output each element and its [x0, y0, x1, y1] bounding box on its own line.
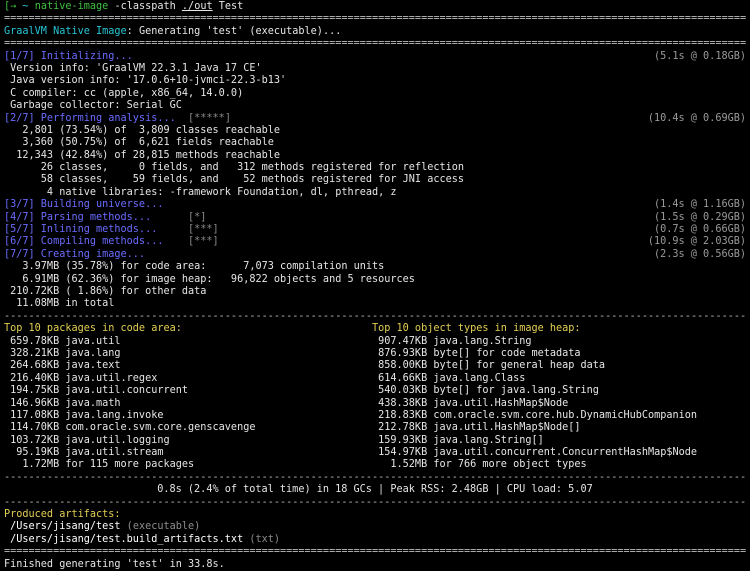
- object-type-row: 1.52MB for 766 more object types: [372, 459, 587, 471]
- step-label: [3/7] Building universe...: [4, 199, 164, 211]
- artifact-kind: (txt): [243, 533, 281, 545]
- artifact-kind: (executable): [120, 521, 201, 533]
- step-initializing: [1/7] Initializing... (5.1s @ 0.18GB): [4, 51, 746, 63]
- package-row: 95.19KB java.util.stream: [4, 447, 164, 459]
- object-type-row: 154.97KB java.util.concurrent.Concurrent…: [372, 447, 698, 459]
- step-label: [1/7] Initializing...: [4, 50, 133, 62]
- analysis-line: 26 classes, 0 fields, and 312 methods re…: [4, 162, 465, 174]
- analysis-line: 2,801 (73.54%) of 3,809 classes reachabl…: [4, 124, 281, 136]
- image-size-line: 3.97MB (35.78%) for code area: 7,073 com…: [4, 261, 385, 273]
- info-line: Version info: 'GraalVM 22.3.1 Java 17 CE…: [4, 62, 262, 74]
- gc-summary: 0.8s (2.4% of total time) in 18 GCs | Pe…: [157, 484, 593, 496]
- header-line: GraalVM Native Image: Generating 'test' …: [4, 26, 746, 38]
- info-line: C compiler: cc (apple, x86_64, 14.0.0): [4, 87, 244, 99]
- prompt-line: [→ ~ native-image -classpath ./out Test: [4, 1, 746, 13]
- package-row: 117.08KB java.lang.invoke: [4, 409, 164, 421]
- object-type-row: 159.93KB java.lang.String[]: [372, 434, 544, 446]
- object-types-table: Top 10 object types in image heap: 907.4…: [372, 323, 746, 472]
- separator: ========================================…: [4, 546, 746, 558]
- analysis-line: 3,360 (50.75%) of 6,621 fields reachable: [4, 137, 274, 149]
- package-row: 216.40KB java.util.regex: [4, 372, 158, 384]
- object-type-row: 858.00KB byte[] for general heap data: [372, 360, 606, 372]
- step-timing: (1.5s @ 0.29GB): [653, 211, 746, 223]
- image-size-line: 11.08MB in total: [4, 298, 115, 310]
- package-row: 328.21KB java.lang: [4, 347, 121, 359]
- progress-bar: [***]: [163, 236, 219, 248]
- step-timing: (1.4s @ 1.16GB): [653, 199, 746, 211]
- artifact-item: /Users/jisang/test.build_artifacts.txt (…: [4, 534, 746, 546]
- step-timing: (0.7s @ 0.66GB): [653, 224, 746, 236]
- info-line: Garbage collector: Serial GC: [4, 100, 182, 112]
- step-inlining-methods: [5/7] Inlining methods... [***] (0.7s @ 0…: [4, 224, 746, 236]
- dash-separator: ----------------------------------------…: [4, 310, 746, 322]
- package-row: 264.68KB java.text: [4, 360, 121, 372]
- image-size-line: 6.91MB (62.36%) for image heap: 96,822 o…: [4, 273, 415, 285]
- package-row: 114.70KB com.oracle.svm.core.genscavenge: [4, 422, 256, 434]
- prompt-cwd: ~: [22, 1, 29, 12]
- progress-bar: [*****]: [175, 112, 231, 124]
- packages-table: Top 10 packages in code area: 659.78KB j…: [4, 323, 372, 472]
- step-timing: (10.9s @ 2.03GB): [647, 236, 746, 248]
- package-row: 103.72KB java.util.logging: [4, 434, 170, 446]
- prompt-args: -classpath: [108, 1, 182, 12]
- analysis-line: 58 classes, 59 fields, and 52 methods re…: [4, 174, 465, 186]
- product-name: GraalVM Native Image: [4, 25, 127, 37]
- step-creating-image: [7/7] Creating image... (2.3s @ 0.56GB): [4, 249, 746, 261]
- prompt-path: ./out: [181, 1, 213, 12]
- info-line: Java version info: '17.0.6+10-jvmci-22.3…: [4, 75, 287, 87]
- step-parsing-methods: [4/7] Parsing methods... [*] (1.5s @ 0.29…: [4, 212, 746, 224]
- image-size-line: 210.72KB ( 1.86%) for other data: [4, 285, 207, 297]
- step-timing: (5.1s @ 0.18GB): [653, 50, 746, 62]
- analysis-line: 12,343 (42.84%) of 28,815 methods reacha…: [4, 149, 281, 161]
- artifact-item: /Users/jisang/test (executable): [4, 521, 746, 533]
- object-type-row: 218.83KB com.oracle.svm.core.hub.Dynamic…: [372, 409, 698, 421]
- artifacts-title: Produced artifacts:: [4, 509, 121, 521]
- package-row: 1.72MB for 115 more packages: [4, 459, 195, 471]
- step-label: [7/7] Creating image...: [4, 248, 146, 260]
- step-timing: (2.3s @ 0.56GB): [653, 248, 746, 260]
- object-type-row: 212.78KB java.util.HashMap$Node[]: [372, 422, 581, 434]
- finished-line: Finished generating 'test' in 33.8s.: [4, 558, 225, 570]
- separator: ========================================…: [4, 13, 746, 25]
- object-types-title: Top 10 object types in image heap:: [372, 323, 581, 335]
- prompt-args-tail: Test: [212, 1, 244, 12]
- analysis-line: 4 native libraries: -framework Foundatio…: [4, 186, 397, 198]
- step-label: [5/7] Inlining methods...: [4, 224, 158, 236]
- step-compiling-methods: [6/7] Compiling methods... [***] (10.9s @…: [4, 236, 746, 248]
- top-ten-tables: Top 10 packages in code area: 659.78KB j…: [4, 323, 746, 472]
- object-type-row: 876.93KB byte[] for code metadata: [372, 347, 581, 359]
- step-label: [6/7] Compiling methods...: [4, 236, 164, 248]
- dash-separator: ----------------------------------------…: [4, 496, 746, 508]
- object-type-row: 907.47KB java.lang.String: [372, 335, 532, 347]
- progress-bar: [***]: [157, 224, 219, 236]
- step-analysis: [2/7] Performing analysis... [*****] (10.…: [4, 113, 746, 125]
- step-timing: (10.4s @ 0.69GB): [647, 112, 746, 124]
- object-type-row: 614.66KB java.lang.Class: [372, 372, 526, 384]
- object-type-row: 540.03KB byte[] for java.lang.String: [372, 385, 599, 397]
- prompt-arrow: [→: [4, 1, 17, 12]
- package-row: 659.78KB java.util: [4, 335, 121, 347]
- package-row: 146.96KB java.math: [4, 397, 121, 409]
- progress-bar: [*]: [151, 211, 207, 223]
- prompt-command: native-image: [34, 1, 109, 12]
- dash-separator: ----------------------------------------…: [4, 471, 746, 483]
- step-building-universe: [3/7] Building universe... (1.4s @ 1.16GB…: [4, 199, 746, 211]
- header-text: : Generating 'test' (executable)...: [126, 25, 342, 37]
- packages-title: Top 10 packages in code area:: [4, 323, 182, 335]
- step-label: [4/7] Parsing methods...: [4, 211, 152, 223]
- artifact-path: /Users/jisang/test.build_artifacts.txt: [4, 533, 244, 545]
- terminal-output: [→ ~ native-image -classpath ./out Test …: [4, 1, 746, 571]
- object-type-row: 438.38KB java.util.HashMap$Node: [372, 397, 569, 409]
- step-label: [2/7] Performing analysis...: [4, 112, 176, 124]
- package-row: 194.75KB java.util.concurrent: [4, 385, 189, 397]
- artifact-path: /Users/jisang/test: [4, 521, 121, 533]
- separator: ========================================…: [4, 38, 746, 50]
